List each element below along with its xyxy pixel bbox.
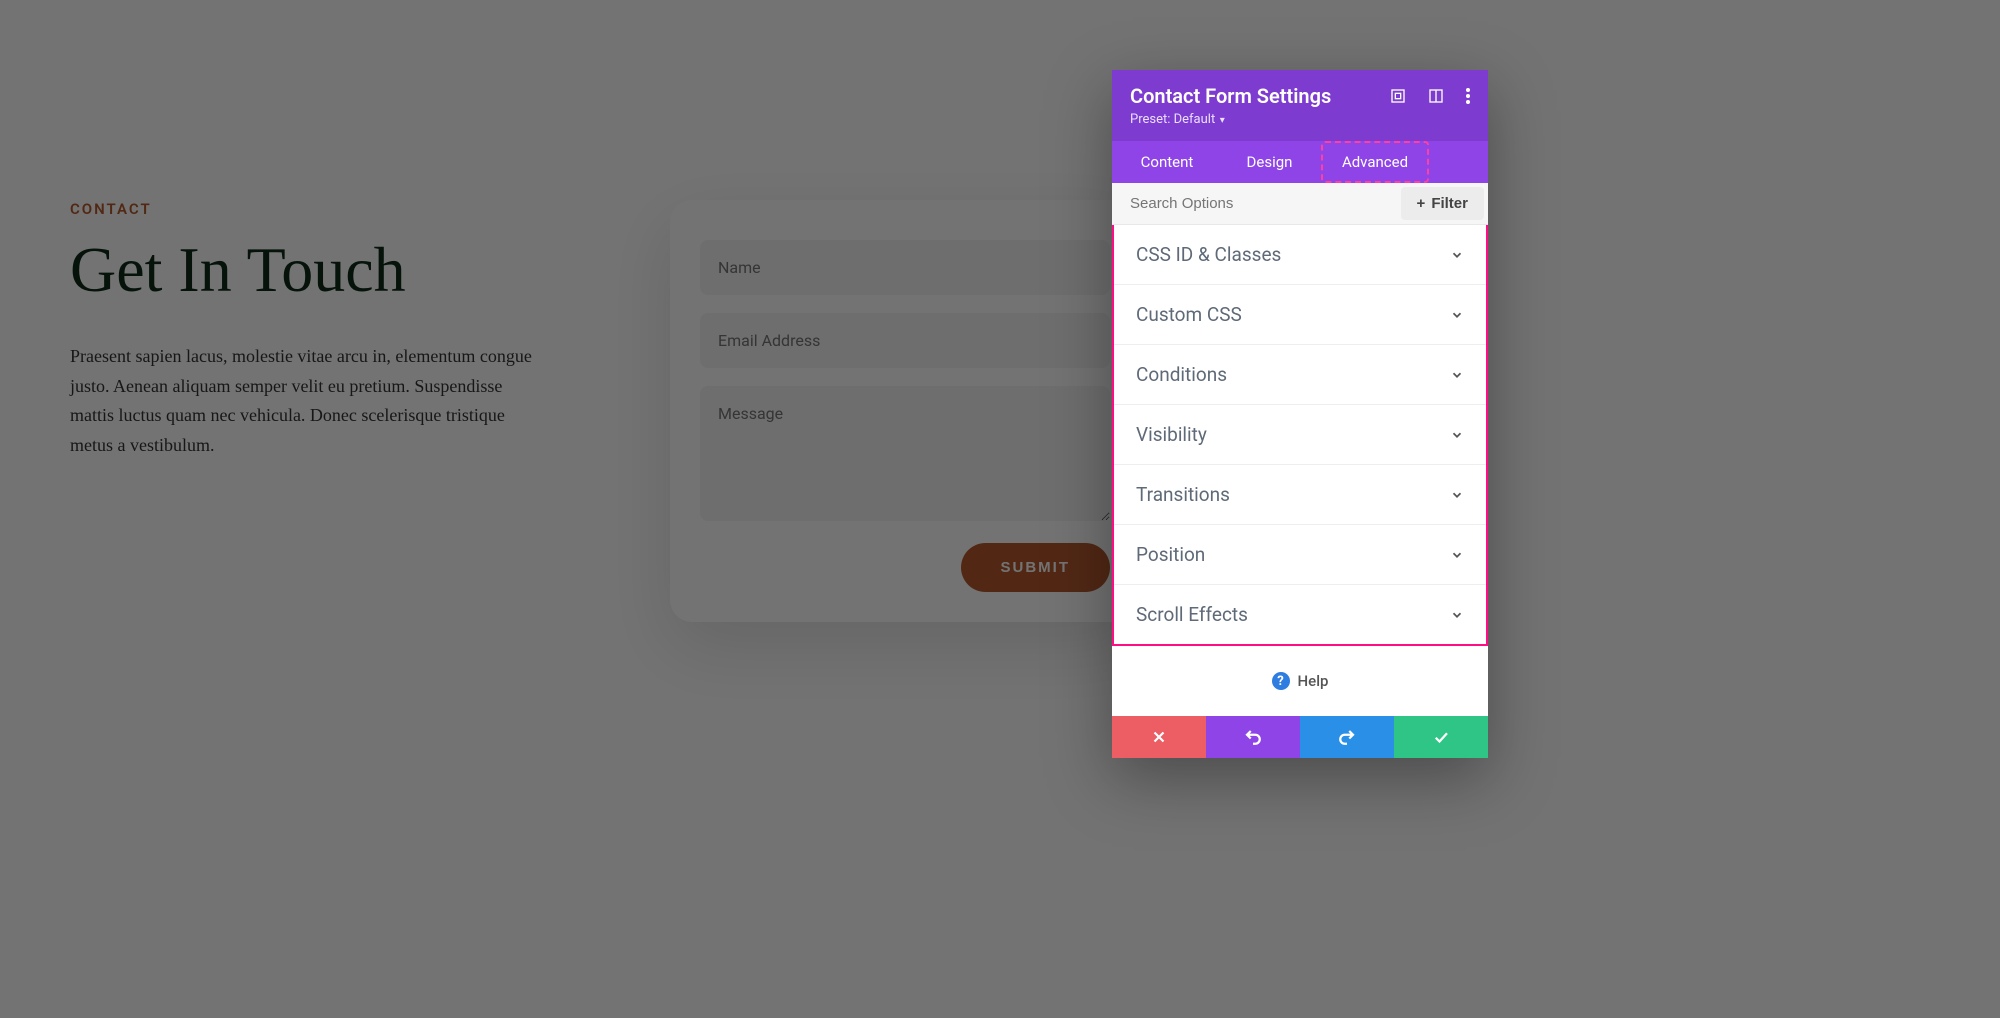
plus-icon: + (1417, 195, 1426, 212)
option-label: Visibility (1136, 423, 1207, 446)
chevron-down-icon (1450, 608, 1464, 622)
chevron-down-icon (1450, 368, 1464, 382)
tab-design[interactable]: Design (1222, 141, 1317, 183)
dim-overlay (0, 0, 2000, 1018)
expand-icon[interactable] (1390, 88, 1406, 104)
chevron-down-icon (1450, 248, 1464, 262)
chevron-down-icon (1450, 488, 1464, 502)
panel-header: Contact Form Settings Preset: Default ▾ (1112, 70, 1488, 141)
tab-advanced[interactable]: Advanced (1321, 141, 1429, 183)
option-transitions[interactable]: Transitions (1114, 465, 1486, 525)
help-link[interactable]: ? Help (1112, 646, 1488, 716)
kebab-menu-icon[interactable] (1466, 88, 1470, 104)
preset-label: Preset: Default (1130, 112, 1215, 127)
search-options-input[interactable] (1112, 183, 1397, 224)
chevron-down-icon (1450, 428, 1464, 442)
help-icon: ? (1272, 672, 1290, 690)
confirm-button[interactable] (1394, 716, 1488, 758)
redo-icon (1338, 728, 1356, 746)
redo-button[interactable] (1300, 716, 1394, 758)
option-label: Scroll Effects (1136, 603, 1248, 626)
option-visibility[interactable]: Visibility (1114, 405, 1486, 465)
chevron-down-icon (1450, 548, 1464, 562)
chevron-down-icon (1450, 308, 1464, 322)
undo-button[interactable] (1206, 716, 1300, 758)
preset-selector[interactable]: Preset: Default ▾ (1130, 112, 1470, 127)
option-scroll-effects[interactable]: Scroll Effects (1114, 585, 1486, 644)
undo-icon (1244, 728, 1262, 746)
dock-icon[interactable] (1428, 88, 1444, 104)
option-css-id-classes[interactable]: CSS ID & Classes (1114, 225, 1486, 285)
help-label: Help (1298, 672, 1329, 690)
cancel-button[interactable] (1112, 716, 1206, 758)
option-position[interactable]: Position (1114, 525, 1486, 585)
caret-down-icon: ▾ (1217, 115, 1225, 126)
option-label: Position (1136, 543, 1205, 566)
panel-tabs: Content Design Advanced (1112, 141, 1488, 183)
option-label: Conditions (1136, 363, 1227, 386)
option-label: Transitions (1136, 483, 1230, 506)
options-list: CSS ID & Classes Custom CSS Conditions V… (1112, 225, 1488, 646)
search-row: + Filter (1112, 183, 1488, 225)
check-icon (1432, 728, 1450, 746)
filter-button[interactable]: + Filter (1401, 187, 1484, 220)
option-conditions[interactable]: Conditions (1114, 345, 1486, 405)
option-custom-css[interactable]: Custom CSS (1114, 285, 1486, 345)
option-label: Custom CSS (1136, 303, 1242, 326)
action-bar (1112, 716, 1488, 758)
panel-title: Contact Form Settings (1130, 84, 1331, 108)
filter-label: Filter (1431, 195, 1468, 212)
settings-panel: Contact Form Settings Preset: Default ▾ … (1112, 70, 1488, 758)
tab-content[interactable]: Content (1112, 141, 1222, 183)
option-label: CSS ID & Classes (1136, 243, 1281, 266)
close-icon (1150, 728, 1168, 746)
